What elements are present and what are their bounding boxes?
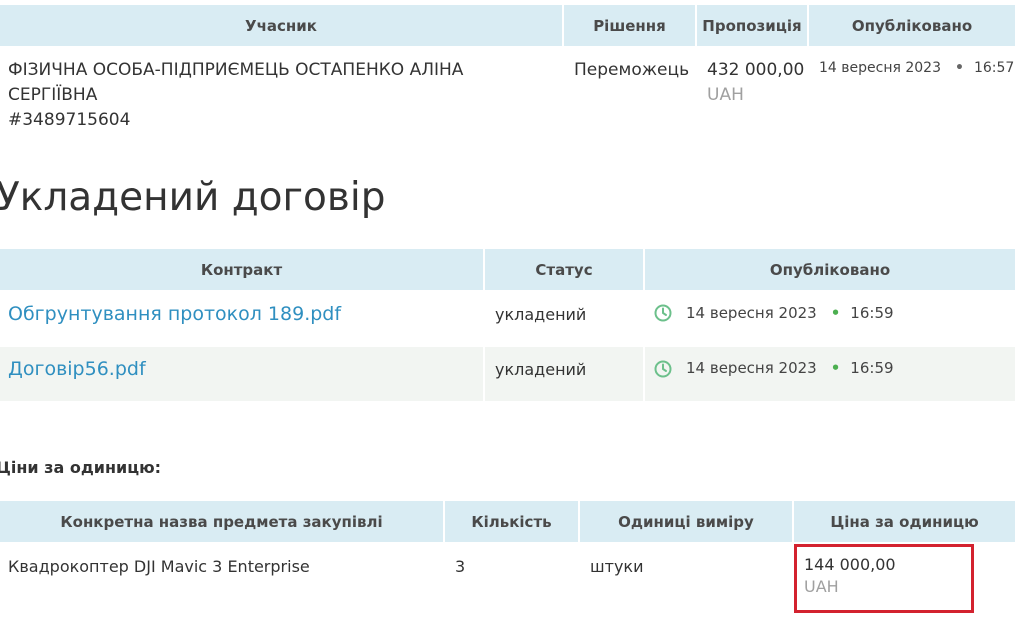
unit-header-price: Ціна за одиницю bbox=[794, 501, 1015, 542]
unit-quantity: 3 bbox=[455, 557, 466, 576]
participants-header-decision: Рішення bbox=[564, 5, 695, 46]
separator-dot: • bbox=[830, 359, 841, 377]
unit-prices-title: Ціни за одиницю: bbox=[0, 458, 162, 477]
contract-header-contract: Контракт bbox=[0, 249, 483, 290]
contract-published-time: 16:59 bbox=[850, 359, 894, 377]
unit-measure: штуки bbox=[590, 557, 644, 576]
participant-offer: 432 000,00 UAH bbox=[707, 58, 804, 108]
clock-icon bbox=[654, 360, 672, 378]
participant-published-date: 14 вересня 2023 bbox=[819, 60, 941, 76]
participant-offer-currency: UAH bbox=[707, 85, 744, 105]
contract-published-time: 16:59 bbox=[850, 304, 894, 322]
price-highlight-box bbox=[794, 544, 974, 613]
contract-file-link[interactable]: Обгрунтування протокол 189.pdf bbox=[8, 303, 341, 325]
contract-header-published: Опубліковано bbox=[645, 249, 1015, 290]
contract-published-date: 14 вересня 2023 bbox=[686, 304, 817, 322]
participant-offer-amount: 432 000,00 bbox=[707, 60, 805, 80]
participant-published: 14 вересня 2023 • 16:57 bbox=[819, 60, 1014, 76]
contract-published: 14 вересня 2023 • 16:59 bbox=[686, 359, 894, 377]
separator-dot: • bbox=[830, 304, 841, 322]
unit-header-quantity: Кількість bbox=[445, 501, 578, 542]
clock-icon bbox=[654, 304, 672, 322]
participants-header-offer: Пропозиція bbox=[697, 5, 807, 46]
contract-status: укладений bbox=[495, 360, 587, 379]
contract-published-date: 14 вересня 2023 bbox=[686, 359, 817, 377]
participant-decision: Переможець bbox=[574, 60, 690, 80]
contract-header-status: Статус bbox=[485, 249, 643, 290]
unit-item-name: Квадрокоптер DJI Mavic 3 Enterprise bbox=[8, 557, 310, 576]
unit-header-unit: Одиниці виміру bbox=[580, 501, 792, 542]
participants-header-published: Опубліковано bbox=[809, 5, 1015, 46]
participant-name: ФІЗИЧНА ОСОБА-ПІДПРИЄМЕЦЬ ОСТАПЕНКО АЛІН… bbox=[8, 58, 558, 133]
separator-dot: • bbox=[954, 60, 964, 76]
unit-header-item: Конкретна назва предмета закупівлі bbox=[0, 501, 443, 542]
participant-name-text: ФІЗИЧНА ОСОБА-ПІДПРИЄМЕЦЬ ОСТАПЕНКО АЛІН… bbox=[8, 60, 464, 105]
contract-published: 14 вересня 2023 • 16:59 bbox=[686, 304, 894, 322]
contract-status: укладений bbox=[495, 305, 587, 324]
participants-header-participant: Учасник bbox=[0, 5, 562, 46]
contract-file-link[interactable]: Договір56.pdf bbox=[8, 358, 146, 380]
participant-published-time: 16:57 bbox=[973, 60, 1015, 76]
contract-section-title: Укладений договір bbox=[0, 175, 386, 220]
participant-id: #3489715604 bbox=[8, 110, 131, 130]
